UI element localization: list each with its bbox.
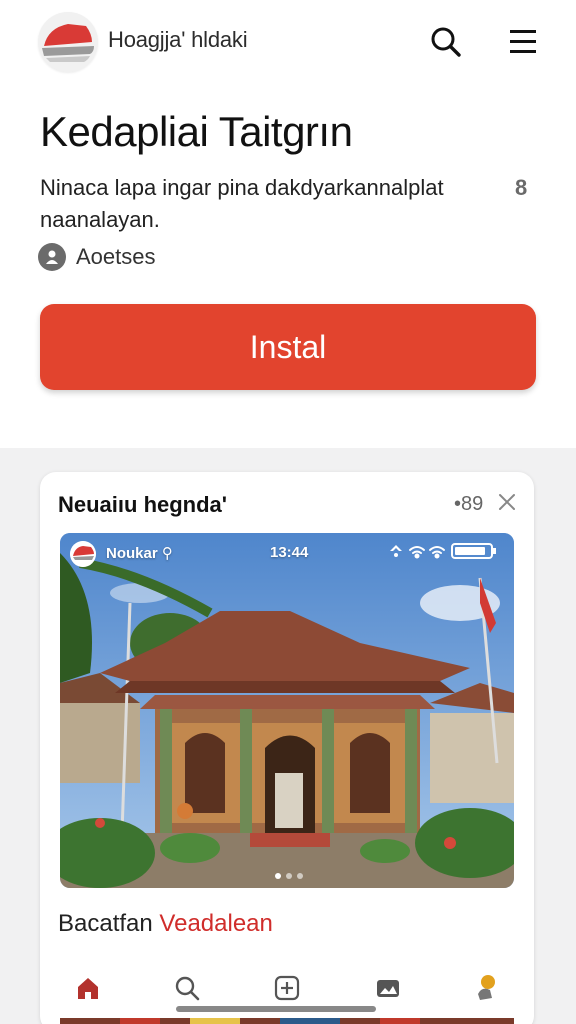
screenshot-page-dots [274, 873, 304, 881]
gallery-icon [377, 980, 399, 997]
card-caption: Bacatfan Veadalean [58, 910, 273, 938]
tab-home[interactable] [68, 968, 108, 1008]
screenshot-app-name: Noukar ⚲ [106, 545, 173, 562]
preview-card: Neuaiıu hegnda' •89 Noukar ⚲ 13:44 Bacat… [40, 472, 534, 1024]
app-description: Ninaca lapa ingar pina dakdyarkannalplat… [40, 175, 444, 232]
app-title: Kedapliai Taitgrın [40, 108, 353, 155]
tab-gallery[interactable] [368, 968, 408, 1008]
add-icon [274, 975, 300, 1001]
install-button[interactable]: Instal [40, 304, 536, 390]
next-screenshot-preview [60, 1018, 514, 1024]
hamburger-menu-icon [510, 30, 536, 53]
tab-search[interactable] [167, 968, 207, 1008]
author-name: Aoetses [76, 244, 156, 269]
home-icon [78, 978, 98, 999]
card-title: Neuaiıu hegnda' [58, 492, 228, 517]
wifi-icon [409, 546, 425, 559]
screenshot-status-bar: Noukar ⚲ 13:44 [60, 533, 514, 573]
author-row[interactable]: Aoetses [38, 242, 156, 272]
bottom-tab-bar [60, 960, 514, 1010]
search-button[interactable] [428, 24, 464, 60]
badge-icon [478, 975, 495, 1000]
app-header: Hoagjja' hldaki [0, 0, 576, 88]
caption-accent-text: Veadalean [159, 910, 273, 937]
page-dot[interactable] [297, 873, 303, 879]
wifi-icon [429, 546, 445, 559]
page-dot[interactable] [275, 873, 281, 879]
status-icons [390, 543, 496, 559]
search-icon [431, 27, 461, 57]
menu-button[interactable] [506, 24, 542, 60]
card-close-button[interactable] [495, 490, 519, 514]
app-logo-icon [38, 12, 98, 72]
tab-add[interactable] [267, 968, 307, 1008]
user-icon [38, 243, 66, 271]
close-icon [499, 494, 515, 510]
battery-icon [451, 543, 496, 559]
tab-badge[interactable] [466, 968, 506, 1008]
page-dot[interactable] [286, 873, 292, 879]
caption-text: Bacatfan [58, 910, 160, 937]
signal-icon [390, 545, 402, 557]
app-brand-name: Hoagjja' hldaki [108, 27, 248, 52]
building-photo [60, 533, 514, 888]
description-count: 8 [515, 175, 528, 200]
app-screenshot[interactable]: Noukar ⚲ 13:44 [60, 533, 514, 888]
screenshot-time: 13:44 [270, 544, 309, 561]
home-indicator[interactable] [176, 1006, 376, 1012]
search-icon [175, 976, 200, 1001]
card-count: •89 [454, 493, 484, 515]
app-logo-icon [70, 541, 96, 567]
